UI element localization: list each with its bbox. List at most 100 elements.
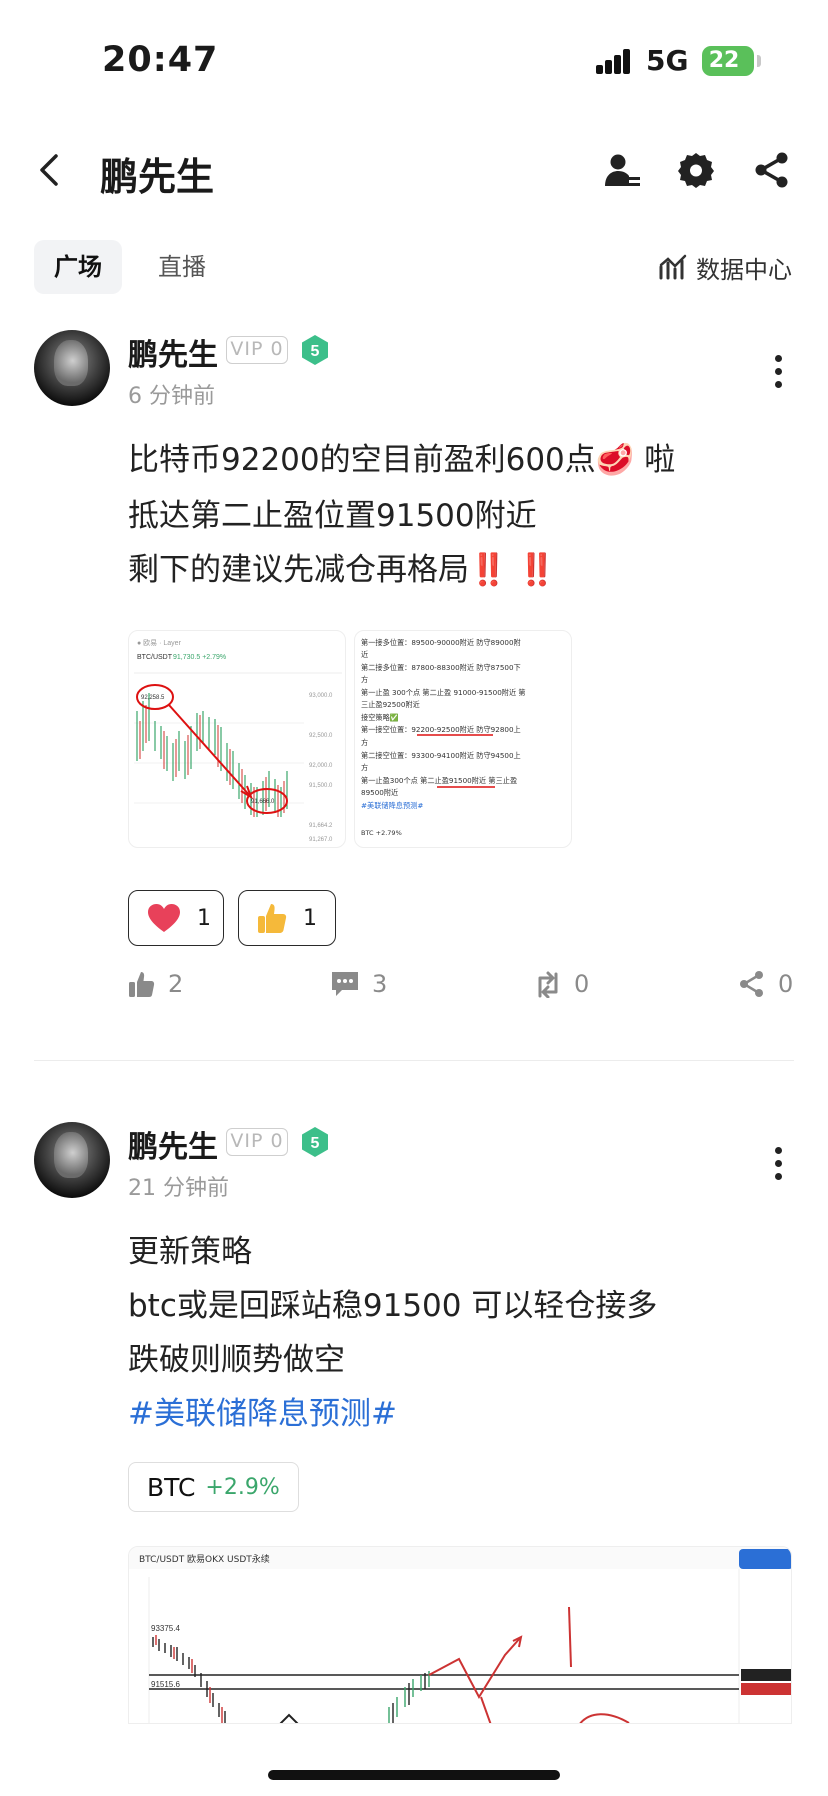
chart-screenshot: ● 欧易 · Layer BTC/USDT 91,730.5 +2.79% 93… (134, 638, 342, 843)
level-number: 5 (311, 1135, 320, 1152)
cellular-signal-icon (596, 48, 632, 74)
post-text-line: 抵达第二止盈位置91500附近 (128, 498, 537, 534)
comment-icon (332, 972, 358, 996)
strategy-line: 第一止盈 300个点 第二止盈 91000-91500附近 第 (361, 688, 526, 697)
like-count: 2 (168, 970, 184, 998)
vip-badge: VIP 0 (226, 1128, 288, 1156)
gear-icon[interactable] (676, 150, 716, 190)
status-bar: 20:47 5G 22 (0, 0, 828, 120)
page-title: 鹏先生 (100, 155, 215, 199)
post-text-line: 更新策略 (128, 1234, 252, 1270)
vip-badge: VIP 0 (226, 336, 288, 364)
post-image-chart[interactable]: ● 欧易 · Layer BTC/USDT 91,730.5 +2.79% 93… (128, 630, 346, 848)
axis-tick: 92,000.0 (309, 763, 333, 769)
back-arrow-icon[interactable] (36, 152, 66, 188)
hashtag-link[interactable]: #美联储降息预测# (128, 1388, 397, 1433)
repost-count: 0 (574, 970, 590, 998)
heart-icon (148, 904, 180, 932)
chart-price: 91,730.5 +2.79% (173, 654, 226, 661)
post-text-line: btc或是回踩站稳91500 可以轻仓接多 (128, 1288, 658, 1324)
battery-level: 22 (708, 48, 740, 73)
chart-header: BTC/USDT 欧易OKX USDT永续 (139, 1553, 270, 1565)
post-time: 21 分钟前 (128, 1176, 229, 1201)
follow-user-icon[interactable] (602, 150, 642, 190)
strategy-line: 方 (361, 738, 368, 747)
post-time: 6 分钟前 (128, 384, 215, 409)
data-center-link[interactable]: 数据中心 (658, 250, 792, 284)
battery-icon: 22 (702, 46, 754, 76)
more-options-icon[interactable] (772, 355, 784, 397)
strategy-line: 第二接空位置：93300-94100附近 防守94500上 (361, 751, 521, 760)
comment-button[interactable]: 3 (330, 970, 387, 998)
reaction-count: 1 (197, 905, 211, 931)
axis-tick: 91,500.0 (309, 783, 333, 789)
svg-text:● 欧易 · Layer: ● 欧易 · Layer (137, 638, 182, 647)
share-icon[interactable] (752, 150, 792, 190)
strategy-line: 第一接空位置：92200-92500附近 防守92800上 (361, 725, 521, 734)
strategy-line: #美联储降息预测# (361, 801, 423, 810)
author-name[interactable]: 鹏先生 (128, 1122, 218, 1166)
heart-reaction[interactable]: 1 (128, 890, 224, 946)
level-number: 5 (311, 343, 320, 360)
thumbs-up-emoji-icon (258, 904, 287, 933)
top-header: 鹏先生 (0, 130, 828, 210)
high-label: 92,258.5 (141, 695, 165, 701)
axis-tick: 92,500.0 (309, 733, 333, 739)
more-options-icon[interactable] (772, 1147, 784, 1189)
axis-tick: 93,000.0 (309, 693, 333, 699)
share-count: 0 (778, 970, 794, 998)
level-badge-icon: 5 (302, 335, 328, 365)
comment-count: 3 (372, 970, 388, 998)
coin-change: +2.9% (205, 1474, 280, 1500)
strategy-line: 方 (361, 763, 368, 772)
post-actions: 2 3 0 0 (0, 970, 828, 1010)
reaction-count: 1 (303, 905, 317, 931)
level-badge-icon: 5 (302, 1127, 328, 1157)
strategy-line: 接空策略✅ (361, 713, 399, 722)
data-center-label: 数据中心 (696, 255, 792, 284)
post-divider (34, 1060, 794, 1061)
home-indicator[interactable] (268, 1770, 560, 1780)
tab-live[interactable]: 直播 (138, 240, 226, 294)
strategy-line: BTC +2.79% (361, 829, 402, 837)
post-text-line: 剩下的建议先减仓再格局‼️ ‼️ (128, 552, 557, 588)
axis-tick: 91,267.0 (309, 837, 333, 843)
chart-pair: BTC/USDT (137, 654, 173, 661)
post-text-line: 跌破则顺势做空 (128, 1342, 345, 1378)
tab-bar: 广场 直播 数据中心 (0, 240, 828, 294)
clock: 20:47 (102, 40, 219, 80)
avatar[interactable] (34, 1122, 110, 1198)
repost-button[interactable]: 0 (534, 970, 589, 998)
share-post-button[interactable]: 0 (738, 970, 793, 998)
repost-icon (538, 971, 558, 998)
strategy-line: 第二接多位置：87800-88300附近 防守87500下 (361, 663, 521, 672)
chart-label: 91515.6 (151, 1680, 180, 1689)
strategy-line: 近 (361, 650, 368, 659)
chart-trend-icon (659, 254, 687, 280)
strategy-line: 第一止盈300个点 第二止盈91500附近 第三止盈 (361, 776, 517, 785)
battery-cap (757, 55, 761, 67)
reaction-bar: 1 1 (128, 890, 428, 946)
avatar[interactable] (34, 330, 110, 406)
low-label: 91,666.0 (251, 799, 275, 805)
strategy-line: 三止盈92500附近 (361, 700, 420, 709)
coin-symbol: BTC (147, 1472, 196, 1502)
strategy-line: 89500附近 (361, 788, 398, 797)
share-icon (740, 971, 763, 997)
author-name[interactable]: 鹏先生 (128, 330, 218, 374)
thumbs-reaction[interactable]: 1 (238, 890, 336, 946)
thumbs-up-icon (129, 972, 155, 997)
strategy-line: 第一接多位置：89500-90000附近 防守89000附 (361, 638, 521, 647)
post-text-line: 比特币92200的空目前盈利600点🥩 啦 (128, 442, 676, 478)
tab-square[interactable]: 广场 (34, 240, 122, 294)
coin-tag-chip[interactable]: BTC +2.9% (128, 1462, 299, 1512)
strategy-line: 方 (361, 675, 368, 684)
post-image-chart-large[interactable]: BTC/USDT 欧易OKX USDT永续 93375.4 91515.6 (128, 1546, 792, 1724)
network-type: 5G (646, 44, 689, 77)
strategy-screenshot: 第一接多位置：89500-90000附近 防守89000附 近 第二接多位置：8… (361, 638, 526, 837)
post-image-strategy[interactable]: 第一接多位置：89500-90000附近 防守89000附 近 第二接多位置：8… (354, 630, 572, 848)
axis-tick: 91,664.2 (309, 823, 333, 829)
like-button[interactable]: 2 (128, 970, 183, 998)
trading-chart-screenshot: BTC/USDT 欧易OKX USDT永续 93375.4 91515.6 (129, 1547, 791, 1723)
chart-label: 93375.4 (151, 1624, 180, 1633)
